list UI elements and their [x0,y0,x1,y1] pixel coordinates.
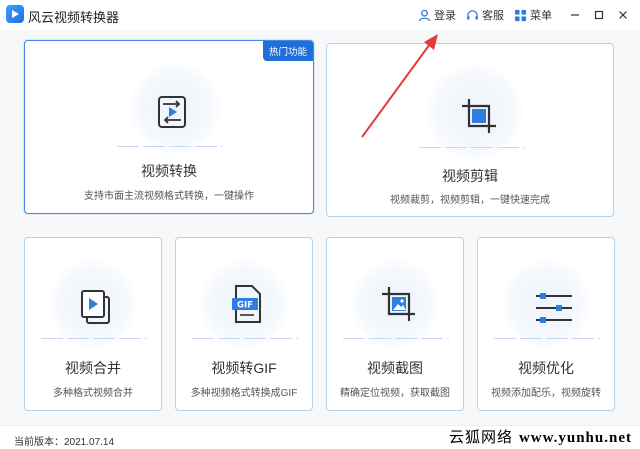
watermark-url: www.yunhu.net [518,430,632,446]
gif-icon: GIF [232,285,261,323]
version-text: 当前版本：2021.07.14 [14,437,115,448]
minimize-icon [571,14,579,16]
watermark-text: 云狐网络 [448,428,513,446]
menu-button[interactable]: 菜单 [514,7,552,23]
card-subtitle: 视频裁剪，视频剪辑，一键快速完成 [390,195,550,206]
app-logo-icon [6,5,24,23]
gif-icon-text: GIF [237,301,253,311]
headset-icon [467,9,478,20]
card-subtitle: 多种视频格式转换成GIF [190,388,298,399]
menu-label: 菜单 [530,10,552,22]
close-button[interactable] [612,6,634,24]
card-subtitle: 多种格式视频合并 [53,388,133,399]
merge-icon [81,290,110,324]
card-video-edit[interactable]: 视频剪辑 视频裁剪，视频剪辑，一键快速完成 [326,43,614,217]
card-title: 视频剪辑 [442,168,498,184]
card-title: 视频优化 [518,360,574,376]
card-video-optimize[interactable]: 视频优化 视频添加配乐，视频旋转 [477,237,615,411]
card-title: 视频截图 [367,360,423,376]
screenshot-icon [382,287,415,321]
card-video-convert[interactable]: 视频转换 支持市面主流视频格式转换，一键操作 热门功能 [24,40,314,214]
card-video-screenshot[interactable]: 视频截图 精确定位视频，获取截图 [326,237,464,411]
card-subtitle: 支持市面主流视频格式转换，一键操作 [84,191,254,202]
service-label: 客服 [482,10,504,22]
login-label: 登录 [434,10,456,22]
card-title: 视频转换 [141,163,197,179]
card-title: 视频合并 [65,360,121,376]
convert-icon [158,96,186,128]
card-video-to-gif[interactable]: GIF 视频转GIF 多种视频格式转换成GIF [175,237,313,411]
card-title: 视频转GIF [211,360,277,376]
maximize-icon [594,10,604,20]
close-icon [619,11,627,19]
maximize-button[interactable] [588,6,610,24]
title-bar: 风云视频转换器 登录 客服 菜单 [0,0,640,30]
hot-feature-badge: 热门功能 [262,41,313,61]
service-button[interactable]: 客服 [466,7,504,23]
card-video-merge[interactable]: 视频合并 多种格式视频合并 [24,237,162,411]
equalizer-icon [536,293,572,323]
login-button[interactable]: 登录 [418,7,456,23]
minimize-button[interactable] [564,6,586,24]
card-subtitle: 精确定位视频，获取截图 [340,388,450,399]
watermark: 云狐网络 www.yunhu.net [449,426,632,447]
app-title: 风云视频转换器 [28,10,120,25]
card-subtitle: 视频添加配乐，视频旋转 [491,388,601,399]
menu-grid-icon [514,9,527,21]
crop-icon [462,99,496,133]
user-icon [418,9,431,21]
